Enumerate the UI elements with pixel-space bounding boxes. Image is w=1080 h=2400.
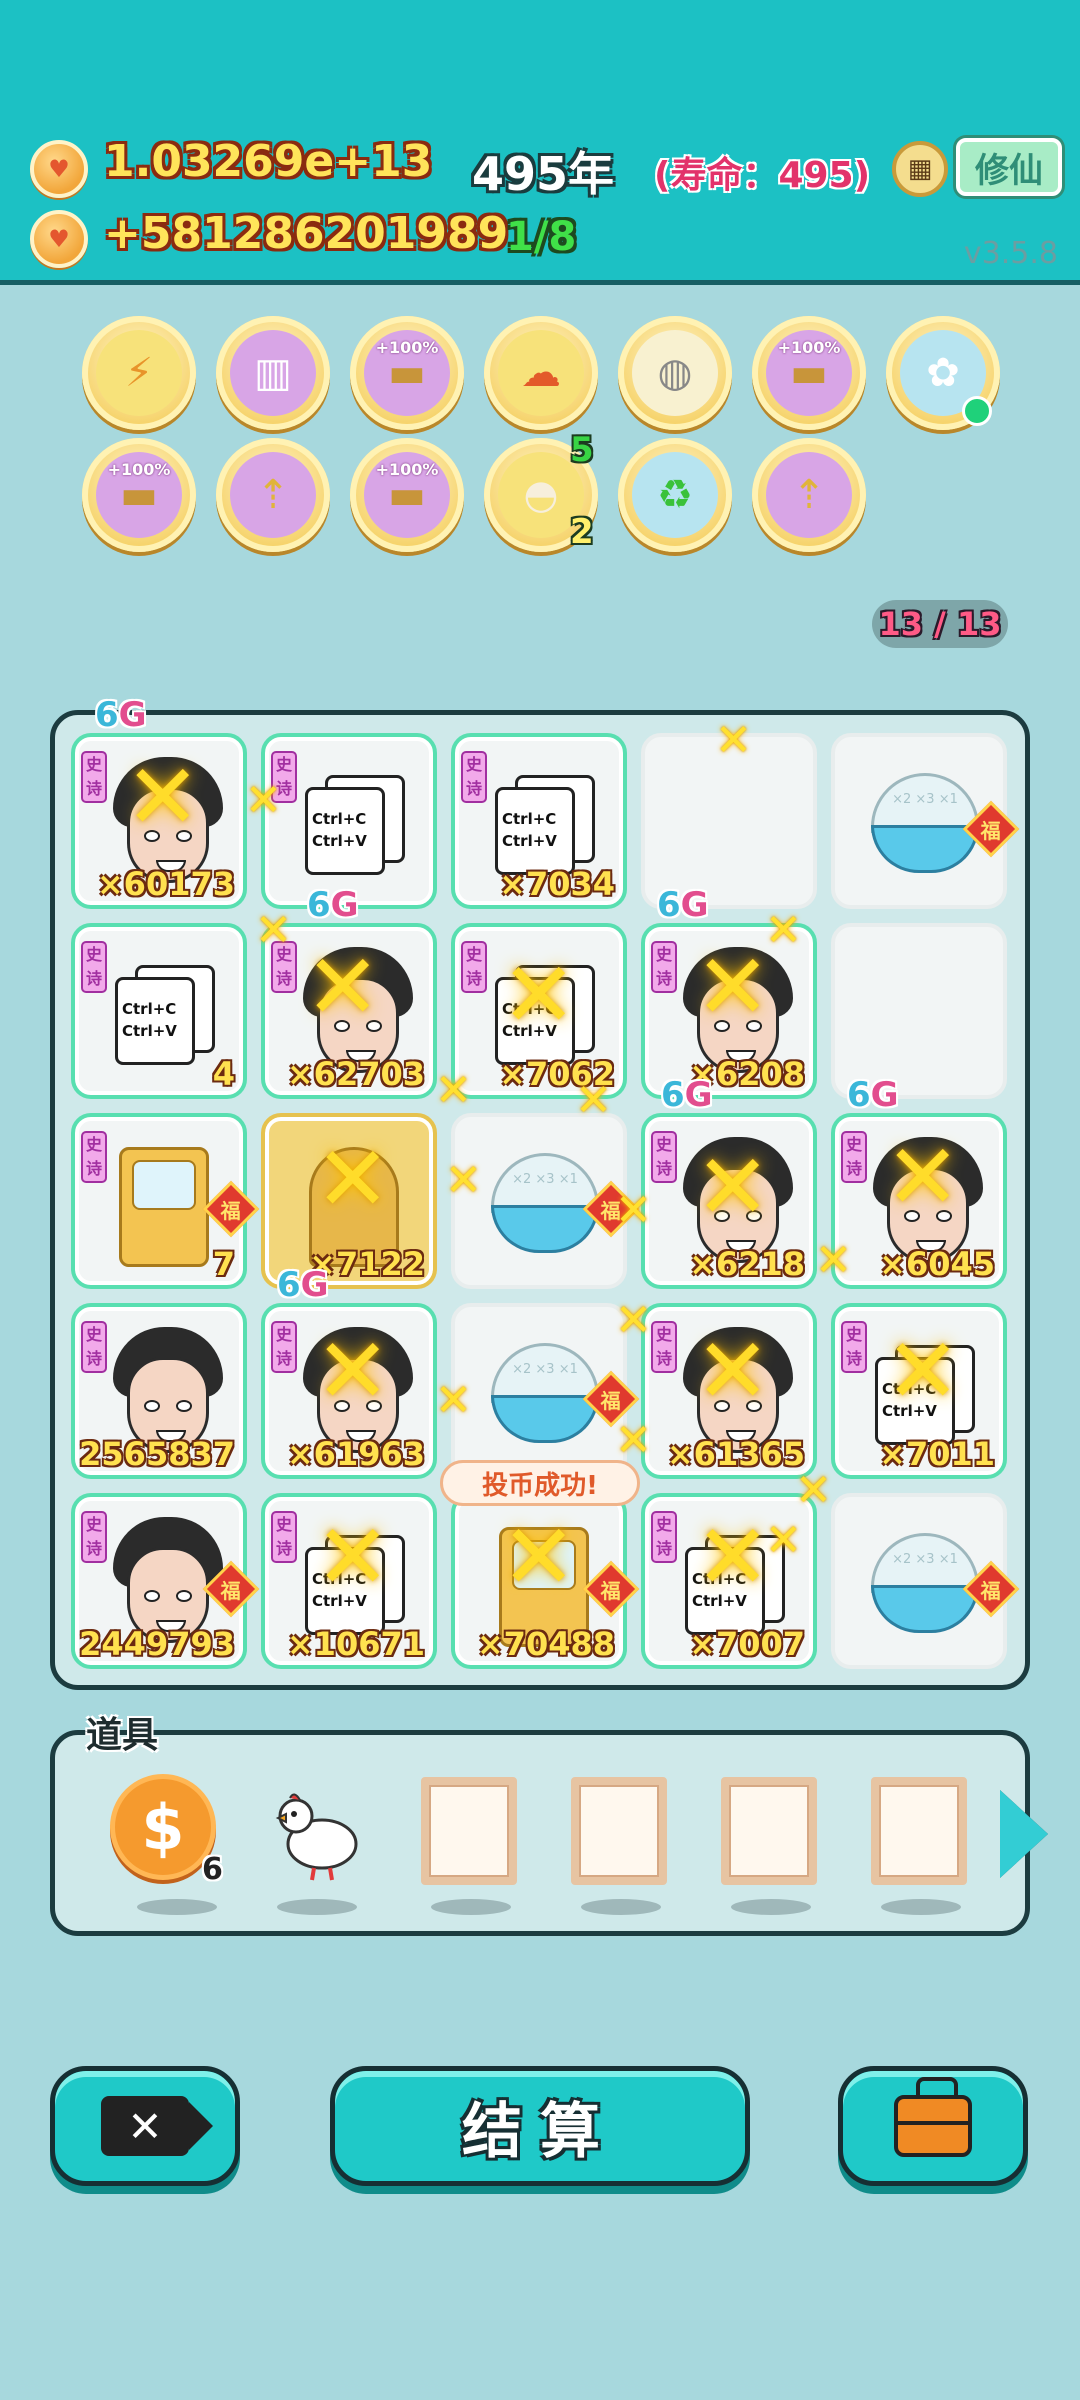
board-cell[interactable]: 史诗 ×60173 6G xyxy=(71,695,247,909)
close-icon: ✕ xyxy=(101,2096,213,2156)
board-cell-empty[interactable] xyxy=(641,733,817,909)
version-label: v3.5.8 xyxy=(963,236,1058,271)
board-cell[interactable]: 史诗 Ctrl+C Ctrl+V ×10671 xyxy=(261,1493,437,1669)
items-next-arrow-icon[interactable] xyxy=(1000,1790,1048,1878)
copy-paste-card-icon: Ctrl+C Ctrl+V xyxy=(875,1345,975,1445)
bucket-buff-icon[interactable]: ▬ +100% xyxy=(350,316,464,430)
status-dot xyxy=(962,396,992,426)
board-cell[interactable]: 史诗 Ctrl+C Ctrl+V ×7062 xyxy=(451,923,627,1099)
coin-item-count: 6 xyxy=(202,1852,223,1887)
shell-bottom-count: 2 xyxy=(570,512,594,552)
board-cell[interactable]: 史诗 ×6208 6G xyxy=(641,885,817,1099)
rice-cooker-buff-icon[interactable]: ◍ xyxy=(618,316,732,430)
coins-rate: +581286201989 xyxy=(104,208,509,259)
bucket-buff-icon-3[interactable]: ▬ +100% xyxy=(82,438,196,552)
copy-paste-card-icon: Ctrl+C Ctrl+V xyxy=(495,965,595,1065)
briefcase-icon xyxy=(894,2077,972,2157)
board-cell[interactable]: ×2 ×3 ×1 福 xyxy=(831,1493,1020,1669)
board-cell[interactable]: 史诗 Ctrl+C Ctrl+V 4 xyxy=(71,923,247,1099)
coins-total: 1.03269e+13 xyxy=(104,136,433,187)
shell-top-count: 5 xyxy=(570,430,594,470)
settle-button[interactable]: 结算 xyxy=(330,2066,750,2186)
board-cell[interactable]: ×2 ×3 ×1 福 xyxy=(451,1113,640,1289)
copy-paste-card-icon: Ctrl+C Ctrl+V xyxy=(495,775,595,875)
board-cell[interactable]: 史诗 Ctrl+C Ctrl+V ×7011 xyxy=(831,1303,1007,1479)
copy-paste-card-icon: Ctrl+C Ctrl+V xyxy=(685,1535,785,1635)
copy-paste-card-icon: Ctrl+C Ctrl+V xyxy=(115,965,215,1065)
skirt-buff-icon[interactable]: ▥ xyxy=(216,316,330,430)
coin-success-toast: 投币成功! xyxy=(440,1460,640,1506)
board-cell[interactable]: 史诗 Ctrl+C Ctrl+V ×7007 xyxy=(641,1493,817,1669)
board-cell[interactable]: 史诗 福 2449793 xyxy=(71,1493,260,1669)
lifespan-display: (寿命：495) xyxy=(654,155,871,196)
items-title: 道具 xyxy=(86,1715,159,1756)
board-cell[interactable]: 史诗 ×6045 6G xyxy=(831,1075,1007,1289)
year-display: 495年 xyxy=(472,147,615,201)
board-cell[interactable]: 史诗 2565837 xyxy=(71,1303,247,1479)
item-slot-empty[interactable] xyxy=(421,1777,517,1885)
board-cell[interactable]: 史诗 Ctrl+C Ctrl+V ×7034 xyxy=(451,733,627,909)
cancel-button[interactable]: ✕ xyxy=(50,2066,240,2186)
board-counter: 13 / 13 xyxy=(872,600,1008,648)
board-cell[interactable]: ×2 ×3 ×1 福 xyxy=(451,1303,640,1479)
game-board: 史诗 ×60173 6G 史诗 Ctrl+C Ctrl+V 史诗 Ctrl+C Ct… xyxy=(50,695,1030,1690)
item-slot-empty[interactable] xyxy=(871,1777,967,1885)
item-slot-empty[interactable] xyxy=(721,1777,817,1885)
lightning-buff-icon[interactable]: ⚡ xyxy=(82,316,196,430)
board-cell[interactable]: 史诗 Ctrl+C Ctrl+V xyxy=(261,733,437,909)
abacus-icon[interactable]: ▦ xyxy=(892,141,948,197)
mushroom-cloud-buff-icon[interactable]: ☁ xyxy=(484,316,598,430)
board-cell[interactable]: 福 ×70488 xyxy=(451,1493,640,1669)
recycle-buff-icon[interactable]: ♻ xyxy=(618,438,732,552)
bowls-up-buff-icon-2[interactable]: ⇡ xyxy=(752,438,866,552)
coin-icon: ♥ xyxy=(30,140,88,198)
progress-ratio: 1/8 xyxy=(506,214,577,260)
board-cell[interactable]: 史诗 ×6218 6G xyxy=(641,1075,817,1289)
bucket-buff-icon-2[interactable]: ▬ +100% xyxy=(752,316,866,430)
item-slot-empty[interactable] xyxy=(571,1777,667,1885)
bag-button[interactable] xyxy=(838,2066,1028,2186)
copy-paste-card-icon: Ctrl+C Ctrl+V xyxy=(305,1535,405,1635)
six-g-label: 6G xyxy=(95,695,147,735)
coin-rate-icon: ♥ xyxy=(30,210,88,268)
bowls-up-buff-icon[interactable]: ⇡ xyxy=(216,438,330,552)
board-cell[interactable]: 史诗 福 7 xyxy=(71,1113,260,1289)
board-cell[interactable]: ×2 ×3 ×1 福 xyxy=(831,733,1020,909)
copy-paste-card-icon: Ctrl+C Ctrl+V xyxy=(305,775,405,875)
board-cell[interactable]: 史诗 ×62703 6G xyxy=(261,885,437,1099)
pigeon-item-icon[interactable] xyxy=(272,1786,360,1882)
board-cell[interactable]: ×7122 xyxy=(261,1113,437,1289)
board-cell[interactable]: 史诗 ×61365 xyxy=(641,1303,817,1479)
bucket-buff-icon-4[interactable]: ▬ +100% xyxy=(350,438,464,552)
multiplier-bowl-icon: ×2 ×3 ×1 xyxy=(871,1533,979,1633)
board-cell-empty[interactable] xyxy=(831,923,1007,1099)
cultivate-button[interactable]: 修仙 xyxy=(956,138,1062,196)
capsule-machine-icon xyxy=(119,1147,209,1267)
top-bar: ♥ 1.03269e+13 ♥ +581286201989 495年 (寿命：4… xyxy=(0,0,1080,285)
multiplier-bowl-icon: ×2 ×3 ×1 xyxy=(491,1343,599,1443)
board-cell[interactable]: 史诗 ×61963 6G xyxy=(261,1265,437,1479)
multiplier-bowl-icon: ×2 ×3 ×1 xyxy=(491,1153,599,1253)
multiplier-bowl-icon: ×2 ×3 ×1 xyxy=(871,773,979,873)
coin-item-icon[interactable]: $ xyxy=(110,1774,216,1880)
